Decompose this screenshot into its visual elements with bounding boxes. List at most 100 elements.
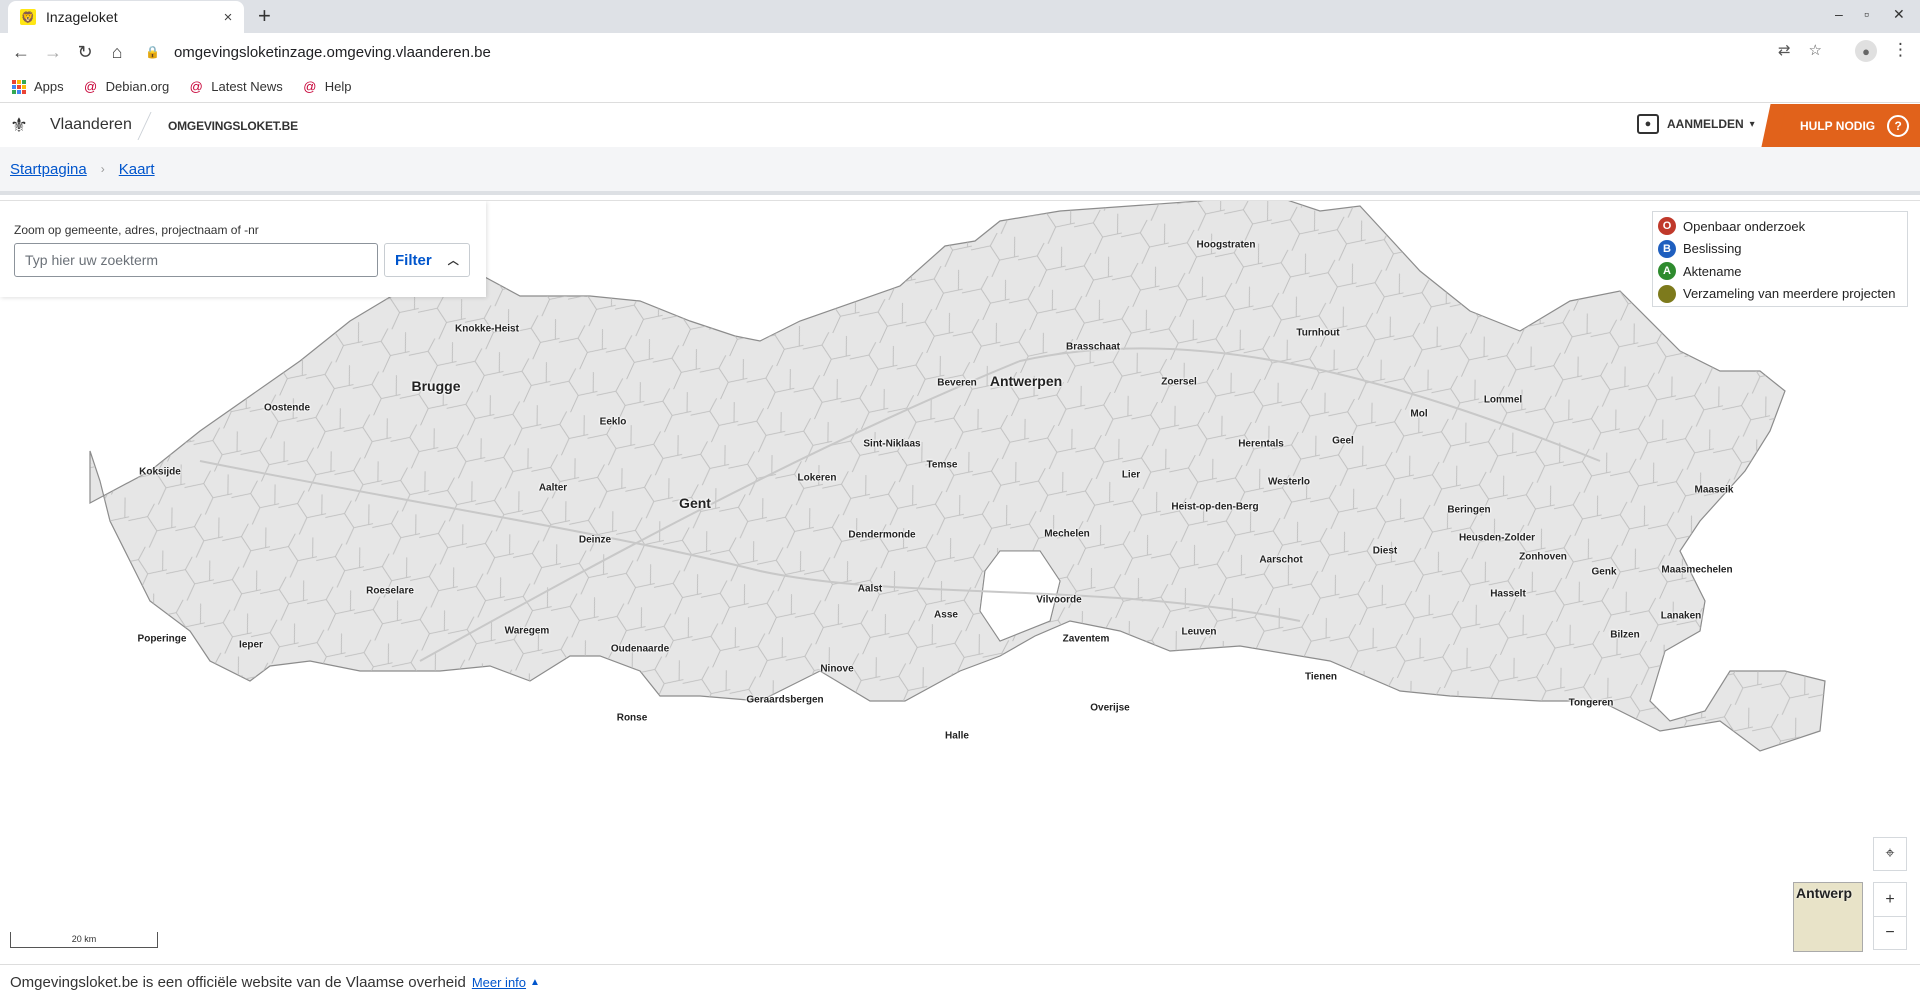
city-label-tienen: Tienen — [1304, 671, 1338, 683]
browser-tab[interactable]: 🦁 Inzageloket × — [8, 1, 244, 33]
chevron-up-icon: ▲ — [530, 977, 540, 988]
city-label-roeselare: Roeselare — [366, 585, 414, 597]
legend-marker-openbaar-onderzoek: O — [1658, 217, 1676, 236]
url-text[interactable]: omgevingsloketinzage.omgeving.vlaanderen… — [174, 44, 491, 61]
brand-name[interactable]: Vlaanderen — [50, 116, 132, 134]
bookmark-apps[interactable]: Apps — [12, 79, 64, 94]
crosshair-icon: ⌖ — [1885, 845, 1895, 862]
new-tab-button[interactable]: + — [258, 4, 271, 28]
city-label-zaventem: Zaventem — [1062, 633, 1110, 645]
lion-favicon-icon: 🦁 — [20, 9, 36, 25]
site-name[interactable]: OMGEVINGSLOKET.BE — [168, 119, 298, 133]
city-label-maaseik: Maaseik — [1694, 484, 1734, 496]
minimize-icon[interactable]: – — [1835, 6, 1843, 22]
debian-icon: @ — [303, 79, 317, 94]
breadcrumb-separator: › — [100, 162, 105, 176]
legend-label: Aktename — [1683, 263, 1742, 279]
city-label-heusden-zolder: Heusden-Zolder — [1458, 532, 1536, 544]
city-label-oudenaarde: Oudenaarde — [610, 643, 670, 655]
city-label-maasmechelen: Maasmechelen — [1661, 564, 1733, 576]
header-divider — [137, 112, 152, 140]
footer-text: Omgevingsloket.be is een officiële websi… — [10, 974, 466, 991]
city-label-lommel: Lommel — [1483, 394, 1523, 406]
city-label-genk: Genk — [1591, 566, 1617, 578]
city-label-koksijde: Koksijde — [139, 466, 181, 478]
locate-me-button[interactable]: ⌖ — [1873, 837, 1907, 871]
city-label-aalst: Aalst — [857, 583, 883, 595]
city-label-beveren: Beveren — [937, 377, 977, 389]
city-label-halle: Halle — [945, 730, 969, 742]
help-button-edge — [1761, 104, 1787, 147]
flemish-lion-logo-icon[interactable]: ⚜ — [8, 110, 30, 140]
city-label-deinze: Deinze — [578, 534, 612, 546]
search-input[interactable] — [14, 243, 378, 277]
breadcrumb-startpagina[interactable]: Startpagina — [10, 161, 87, 178]
city-label-tongeren: Tongeren — [1568, 697, 1614, 709]
back-arrow-icon[interactable]: ← — [9, 40, 33, 64]
city-label-bilzen: Bilzen — [1610, 629, 1640, 641]
site-header: ⚜ Vlaanderen OMGEVINGSLOKET.BE ● AANMELD… — [0, 104, 1920, 148]
profile-avatar-icon[interactable]: ● — [1855, 40, 1877, 62]
breadcrumb: Startpagina › Kaart — [0, 147, 1920, 195]
help-label: HULP NODIG — [1800, 118, 1876, 133]
city-label-vilvoorde: Vilvoorde — [1036, 594, 1082, 606]
city-label-aarschot: Aarschot — [1259, 554, 1303, 566]
forward-arrow-icon[interactable]: → — [41, 40, 65, 64]
zoom-in-button[interactable]: + — [1873, 882, 1907, 916]
reload-icon[interactable]: ↻ — [73, 40, 97, 64]
zoom-out-button[interactable]: − — [1873, 916, 1907, 950]
address-bar[interactable]: 🔒 omgevingsloketinzage.omgeving.vlaander… — [140, 37, 1830, 67]
city-label-antwerpen: Antwerpen — [989, 373, 1063, 389]
filter-button[interactable]: Filter ︿ — [384, 243, 470, 277]
footer: Omgevingsloket.be is een officiële websi… — [0, 964, 1920, 1000]
city-label-hoogstraten: Hoogstraten — [1196, 239, 1256, 251]
legend-item: A Aktename — [1658, 260, 1907, 283]
map-view[interactable]: Hoogstraten Knokke-Heist Turnhout Brasschaa… — [0, 200, 1920, 965]
window-close-icon[interactable]: ✕ — [1893, 6, 1905, 23]
bookmark-latest-news[interactable]: @ Latest News — [189, 79, 283, 94]
city-label-zoersel: Zoersel — [1161, 376, 1197, 388]
scale-bar: 20 km — [10, 932, 158, 948]
debian-icon: @ — [84, 79, 98, 94]
city-label-asse: Asse — [934, 609, 958, 621]
overview-map[interactable]: Antwerp — [1793, 882, 1863, 952]
filter-label: Filter — [395, 251, 432, 269]
browser-menu-icon[interactable]: ⋮ — [1892, 40, 1909, 60]
city-label-brugge: Brugge — [411, 378, 461, 394]
maximize-icon[interactable]: ▫ — [1864, 6, 1869, 22]
breadcrumb-kaart[interactable]: Kaart — [119, 161, 155, 178]
city-label-dendermonde: Dendermonde — [848, 529, 916, 541]
city-label-gent: Gent — [679, 495, 711, 511]
legend-marker-verzameling — [1658, 284, 1676, 303]
city-label-poperinge: Poperinge — [137, 633, 187, 645]
city-label-aalter: Aalter — [538, 482, 568, 494]
city-label-turnhout: Turnhout — [1296, 327, 1340, 339]
apps-grid-icon — [12, 79, 26, 94]
legend-marker-aktename: A — [1658, 262, 1676, 281]
city-label-knokke-heist: Knokke-Heist — [455, 323, 519, 335]
translate-icon[interactable]: ⇄ — [1778, 41, 1791, 59]
bookmark-debian[interactable]: @ Debian.org — [84, 79, 170, 94]
legend-marker-beslissing: B — [1658, 239, 1676, 258]
city-label-waregem: Waregem — [504, 625, 550, 637]
login-label: AANMELDEN — [1667, 117, 1744, 131]
help-button[interactable]: HULP NODIG ? — [1761, 104, 1920, 147]
search-caption: Zoom op gemeente, adres, projectnaam of … — [14, 223, 259, 237]
city-label-temse: Temse — [926, 459, 958, 471]
bookmark-help[interactable]: @ Help — [303, 79, 352, 94]
home-icon[interactable]: ⌂ — [105, 40, 129, 64]
bookmark-star-icon[interactable]: ☆ — [1809, 41, 1822, 59]
city-label-geel: Geel — [1332, 435, 1354, 447]
footer-more-info-link[interactable]: Meer info — [472, 975, 526, 990]
city-label-herentals: Herentals — [1238, 438, 1284, 450]
city-label-leuven: Leuven — [1181, 626, 1217, 638]
city-label-hasselt: Hasselt — [1490, 588, 1526, 600]
city-label-mechelen: Mechelen — [1044, 528, 1090, 540]
bookmark-label: Help — [324, 79, 352, 94]
login-button[interactable]: ● AANMELDEN ▾ — [1637, 114, 1755, 134]
legend-item: Verzameling van meerdere projecten — [1658, 283, 1907, 306]
bookmark-label: Debian.org — [105, 79, 170, 94]
tab-close-icon[interactable]: × — [220, 9, 236, 26]
city-label-geraardsbergen: Geraardsbergen — [746, 694, 824, 706]
city-label-eeklo: Eeklo — [599, 416, 627, 428]
